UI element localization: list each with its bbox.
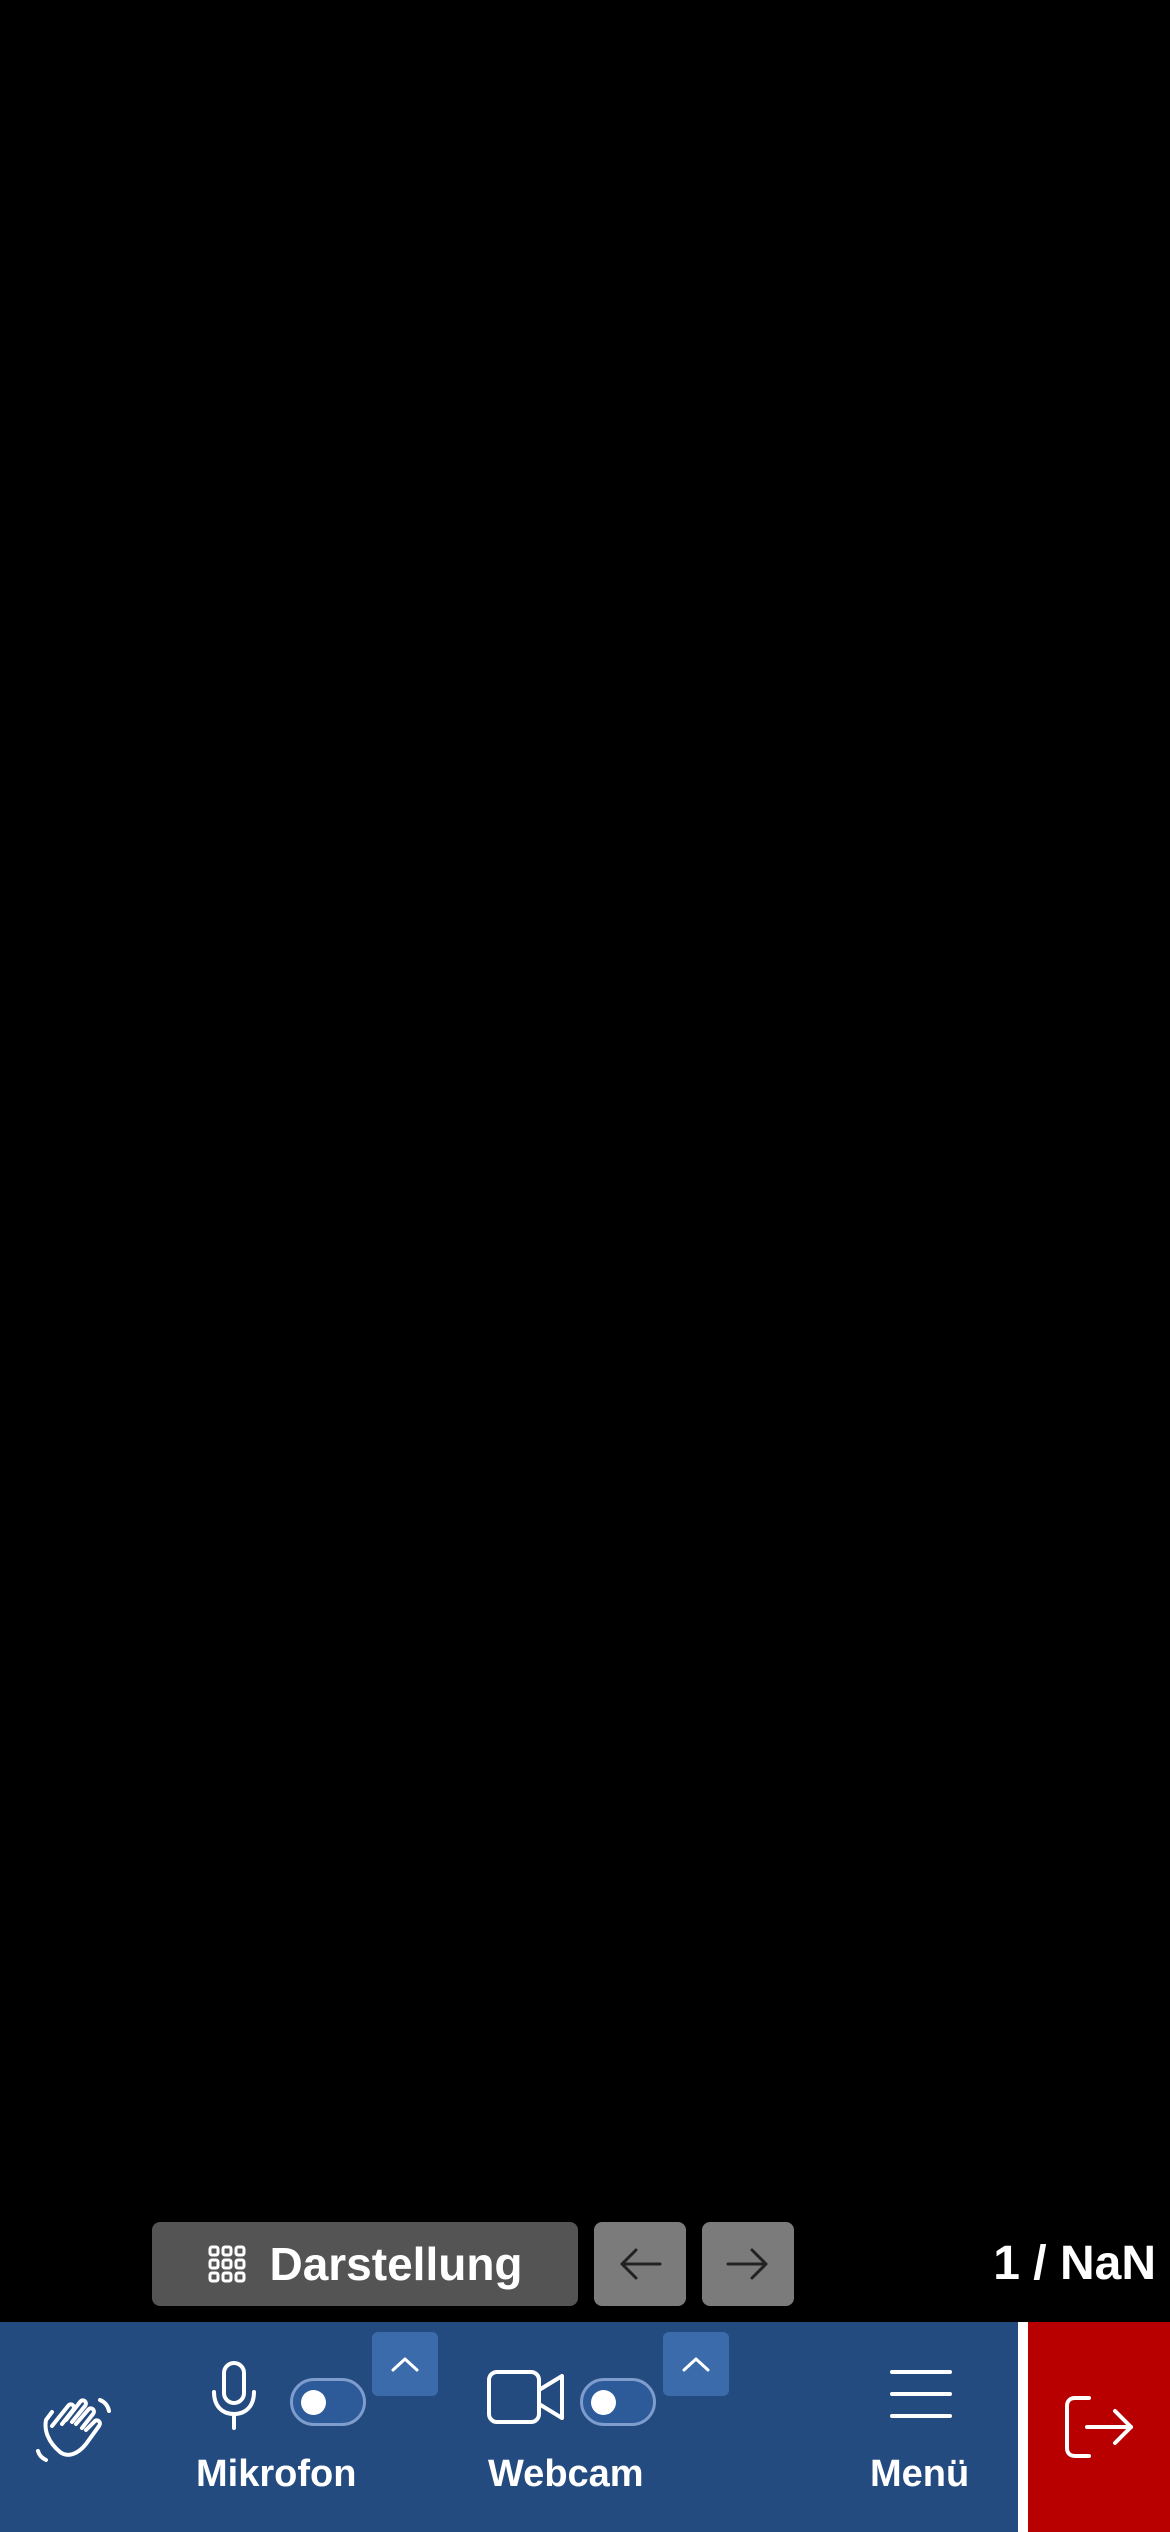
toolbar-divider bbox=[1018, 2322, 1028, 2532]
raise-hand-button[interactable] bbox=[30, 2382, 120, 2472]
exit-icon bbox=[1063, 2394, 1135, 2460]
webcam-label: Webcam bbox=[488, 2453, 644, 2495]
next-page-button[interactable] bbox=[702, 2222, 794, 2306]
leave-meeting-button[interactable] bbox=[1028, 2322, 1170, 2532]
arrow-left-icon bbox=[618, 2247, 662, 2281]
chevron-up-icon bbox=[390, 2355, 420, 2373]
microphone-icon[interactable] bbox=[206, 2360, 262, 2432]
webcam-toggle[interactable] bbox=[580, 2378, 656, 2426]
webcam-options-button[interactable] bbox=[663, 2332, 729, 2396]
microphone-toggle[interactable] bbox=[290, 2378, 366, 2426]
previous-page-button[interactable] bbox=[594, 2222, 686, 2306]
menu-label: Menü bbox=[870, 2453, 970, 2495]
microphone-options-button[interactable] bbox=[372, 2332, 438, 2396]
page-counter: 1 / NaN bbox=[993, 2237, 1156, 2290]
layout-view-button[interactable]: Darstellung bbox=[152, 2222, 578, 2306]
layout-view-label: Darstellung bbox=[269, 2238, 523, 2290]
chevron-up-icon bbox=[681, 2355, 711, 2373]
hamburger-icon[interactable] bbox=[888, 2366, 954, 2422]
hand-wave-icon bbox=[30, 2382, 120, 2472]
grid-icon bbox=[207, 2244, 247, 2284]
arrow-right-icon bbox=[726, 2247, 770, 2281]
video-stage bbox=[0, 0, 1170, 2322]
bottom-toolbar bbox=[0, 2322, 1170, 2532]
video-camera-icon[interactable] bbox=[486, 2368, 566, 2426]
microphone-label: Mikrofon bbox=[196, 2453, 357, 2495]
